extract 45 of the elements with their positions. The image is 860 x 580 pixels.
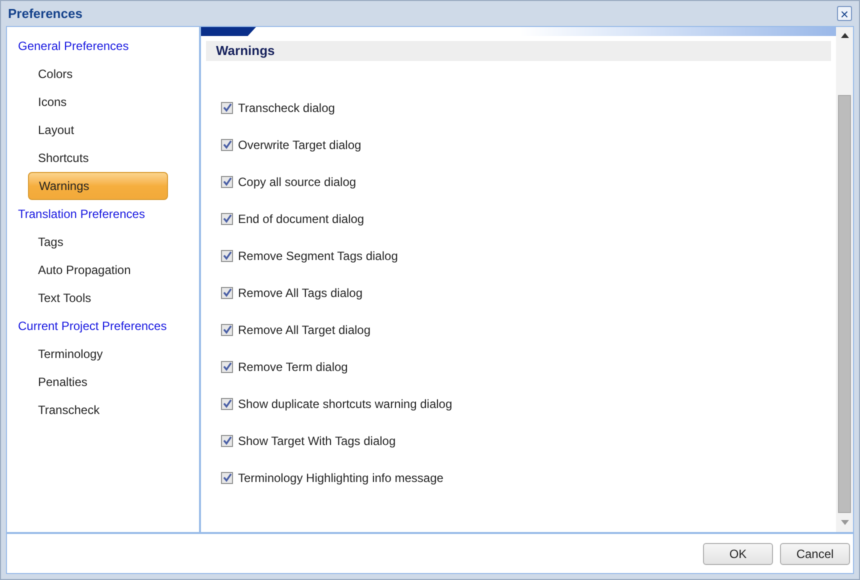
checkbox-label[interactable]: Terminology Highlighting info message	[238, 468, 444, 486]
sidebar-item[interactable]: Text Tools	[28, 284, 92, 312]
checkbox-label[interactable]: Remove Term dialog	[238, 358, 348, 376]
cancel-button[interactable]: Cancel	[780, 542, 850, 564]
sidebar-item[interactable]: Terminology	[28, 340, 103, 368]
checkbox-label[interactable]: Overwrite Target dialog	[238, 136, 362, 154]
sidebar-item[interactable]: Warnings	[28, 172, 168, 200]
checkbox-label[interactable]: End of document dialog	[238, 210, 364, 228]
scroll-thumb[interactable]	[838, 95, 851, 513]
scroll-down-icon[interactable]	[840, 520, 848, 525]
checkbox-label[interactable]: Copy all source dialog	[238, 172, 356, 190]
checkbox-label[interactable]: Transcheck dialog	[238, 98, 335, 116]
sidebar-item[interactable]: Icons	[28, 88, 67, 116]
sidebar-heading[interactable]: Current Project Preferences	[18, 312, 199, 340]
checkbox[interactable]	[221, 360, 233, 372]
sidebar-item[interactable]: Layout	[28, 116, 74, 144]
scroll-up-icon[interactable]	[840, 33, 848, 38]
ok-button[interactable]: OK	[703, 542, 773, 564]
checkbox-label[interactable]: Show duplicate shortcuts warning dialog	[238, 394, 452, 412]
checkbox[interactable]	[221, 176, 233, 188]
checkbox-label[interactable]: Remove Segment Tags dialog	[238, 246, 398, 264]
sidebar-item[interactable]: Auto Propagation	[28, 256, 131, 284]
checkbox-label[interactable]: Remove All Tags dialog	[238, 284, 363, 302]
sidebar-item[interactable]: Penalties	[28, 368, 88, 396]
sidebar-item[interactable]: Transcheck	[28, 396, 100, 424]
window-title: Preferences	[8, 4, 82, 23]
checkbox-label[interactable]: Show Target With Tags dialog	[238, 432, 396, 450]
scrollbar[interactable]	[836, 27, 853, 532]
checkbox[interactable]	[221, 138, 233, 150]
checkbox[interactable]	[221, 434, 233, 446]
sidebar-heading[interactable]: Translation Preferences	[18, 200, 199, 228]
checkbox[interactable]	[221, 212, 233, 224]
sidebar-item[interactable]: Tags	[28, 228, 64, 256]
checkbox[interactable]	[221, 250, 233, 262]
checkbox[interactable]	[221, 102, 233, 114]
sidebar-heading[interactable]: General Preferences	[18, 32, 199, 60]
panel-title: Warnings	[216, 42, 275, 60]
checkbox[interactable]	[221, 324, 233, 336]
checkbox-label[interactable]: Remove All Target dialog	[238, 320, 371, 338]
sidebar-item[interactable]: Shortcuts	[28, 144, 89, 172]
checkbox[interactable]	[221, 398, 233, 410]
sidebar-item[interactable]: Colors	[28, 60, 73, 88]
close-button[interactable]: ×	[837, 6, 852, 21]
checkbox[interactable]	[221, 286, 233, 298]
checkbox[interactable]	[221, 472, 233, 484]
